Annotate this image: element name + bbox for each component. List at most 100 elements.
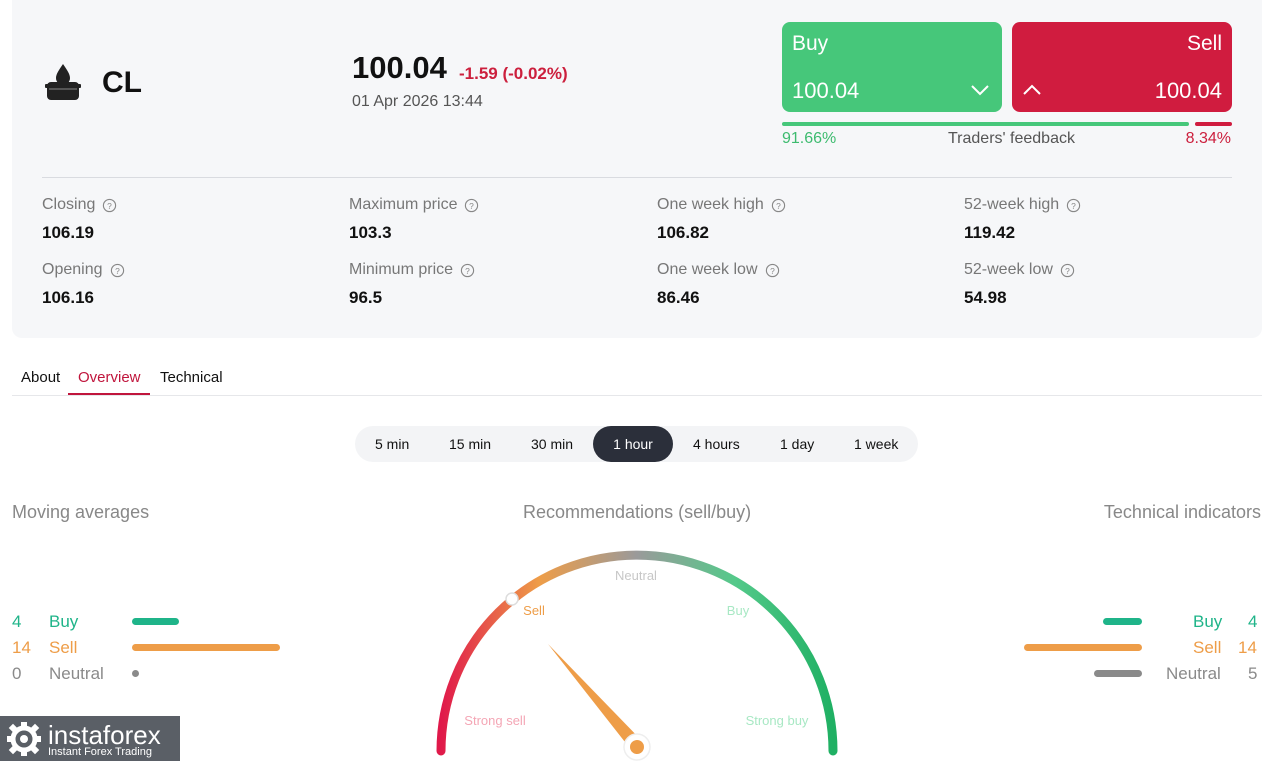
feedback-buy-percent: 91.66%: [782, 130, 837, 147]
stat-label: Closing: [42, 196, 96, 213]
period-1hour[interactable]: 1 hour: [593, 426, 673, 462]
svg-text:?: ?: [1071, 200, 1076, 210]
sell-button[interactable]: Sell 100.04: [1012, 22, 1232, 112]
buy-button[interactable]: Buy 100.04: [782, 22, 1002, 112]
gauge-label-strong-sell: Strong sell: [464, 713, 526, 728]
svg-text:?: ?: [470, 200, 475, 210]
symbol-name: CL: [102, 66, 142, 99]
stat-value: 119.42: [964, 223, 1016, 242]
period-5min[interactable]: 5 min: [375, 426, 409, 462]
ti-buy-count: 4: [1248, 612, 1258, 631]
period-15min[interactable]: 15 min: [449, 426, 491, 462]
stat-value: 86.46: [657, 288, 700, 307]
ti-neutral-label: Neutral: [1166, 664, 1221, 683]
brand-logo: instaforex Instant Forex Trading: [0, 716, 180, 761]
buy-price: 100.04: [792, 78, 860, 103]
technical-indicators-title: Technical indicators: [1103, 502, 1261, 522]
stat-value: 96.5: [349, 288, 383, 307]
recommendation-gauge: Neutral Sell Buy Strong sell Strong buy: [436, 550, 838, 761]
sell-price: 100.04: [1154, 78, 1222, 103]
stat-52-week-low: 52-week low? 54.98: [964, 261, 1075, 308]
period-30min[interactable]: 30 min: [531, 426, 573, 462]
ma-sell-label: Sell: [49, 638, 78, 657]
stat-closing: Closing? 106.19: [42, 196, 117, 243]
ma-neutral-count: 0: [12, 664, 22, 683]
feedback-sell-percent: 8.34%: [1185, 130, 1231, 147]
stat-label: Maximum price: [349, 196, 458, 213]
gauge-pivot-dot: [630, 740, 644, 754]
help-icon[interactable]: ?: [460, 263, 475, 278]
stat-opening: Opening? 106.16: [42, 261, 125, 308]
sell-label: Sell: [1186, 32, 1222, 55]
tab-technical[interactable]: Technical: [160, 369, 223, 386]
ma-sell-count: 14: [12, 638, 31, 657]
help-icon[interactable]: ?: [102, 198, 117, 213]
tab-about[interactable]: About: [21, 369, 60, 386]
svg-text:?: ?: [115, 265, 120, 275]
gauge-needle: [548, 644, 642, 751]
period-1day[interactable]: 1 day: [780, 426, 814, 462]
help-icon[interactable]: ?: [765, 263, 780, 278]
svg-text:?: ?: [108, 200, 113, 210]
stat-value: 106.19: [42, 223, 94, 242]
quote-datetime: 01 Apr 2026 13:44: [352, 93, 483, 110]
help-icon[interactable]: ?: [1066, 198, 1081, 213]
feedback-buy-bar: [782, 122, 1189, 126]
stat-maximum-price: Maximum price? 103.3: [349, 196, 479, 243]
content-tabs: About Overview Technical: [12, 364, 1262, 396]
ti-sell-bar: [1024, 644, 1142, 651]
stat-label: Opening: [42, 261, 103, 278]
help-icon[interactable]: ?: [1060, 263, 1075, 278]
buy-label: Buy: [792, 32, 829, 55]
ti-neutral-bar: [1094, 670, 1142, 677]
ma-neutral-bar: [132, 670, 139, 677]
help-icon[interactable]: ?: [110, 263, 125, 278]
stat-label: One week high: [657, 196, 764, 213]
stat-label: One week low: [657, 261, 758, 278]
stat-value: 106.16: [42, 288, 94, 307]
svg-text:?: ?: [1065, 265, 1070, 275]
svg-text:?: ?: [465, 265, 470, 275]
brand-tagline: Instant Forex Trading: [48, 746, 152, 758]
gauge-label-sell: Sell: [523, 603, 545, 618]
stat-label: 52-week high: [964, 196, 1060, 213]
gauge-label-neutral: Neutral: [615, 568, 657, 583]
gauge-marker: [505, 592, 519, 606]
period-4hours[interactable]: 4 hours: [693, 426, 740, 462]
stat-one-week-high: One week high? 106.82: [657, 196, 786, 243]
stat-value: 106.82: [657, 223, 709, 242]
gauge-label-strong-buy: Strong buy: [746, 713, 809, 728]
help-icon[interactable]: ?: [464, 198, 479, 213]
stat-label: Minimum price: [349, 261, 454, 278]
card-divider: [42, 177, 1232, 178]
tab-overview[interactable]: Overview: [78, 369, 141, 386]
period-1week[interactable]: 1 week: [854, 426, 898, 462]
recommendations-title: Recommendations (sell/buy): [523, 502, 752, 522]
ti-sell-label: Sell: [1193, 638, 1222, 657]
oil-drop-icon: [45, 64, 81, 100]
ti-buy-label: Buy: [1193, 612, 1223, 631]
stat-value: 54.98: [964, 288, 1007, 307]
svg-text:?: ?: [770, 265, 775, 275]
price-change: -1.59 (-0.02%): [459, 64, 568, 83]
svg-text:?: ?: [776, 200, 781, 210]
stat-label: 52-week low: [964, 261, 1053, 278]
ma-sell-bar: [132, 644, 280, 651]
chevron-up-icon: [1023, 84, 1041, 95]
ti-neutral-count: 5: [1248, 664, 1258, 683]
stat-value: 103.3: [349, 223, 392, 242]
feedback-sell-bar: [1195, 122, 1232, 126]
stat-52-week-high: 52-week high? 119.42: [964, 196, 1081, 243]
stat-minimum-price: Minimum price? 96.5: [349, 261, 475, 308]
current-price: 100.04: [352, 50, 447, 85]
ma-buy-count: 4: [12, 612, 22, 631]
gauge-label-buy: Buy: [727, 603, 750, 618]
chevron-down-icon: [971, 85, 989, 96]
period-selector: 5 min 15 min 30 min 1 hour 4 hours 1 day…: [355, 426, 918, 462]
active-tab-indicator: [68, 393, 150, 395]
ma-buy-label: Buy: [49, 612, 79, 631]
ti-buy-bar: [1103, 618, 1142, 625]
ma-buy-bar: [132, 618, 179, 625]
help-icon[interactable]: ?: [771, 198, 786, 213]
feedback-title: Traders' feedback: [948, 130, 1075, 147]
